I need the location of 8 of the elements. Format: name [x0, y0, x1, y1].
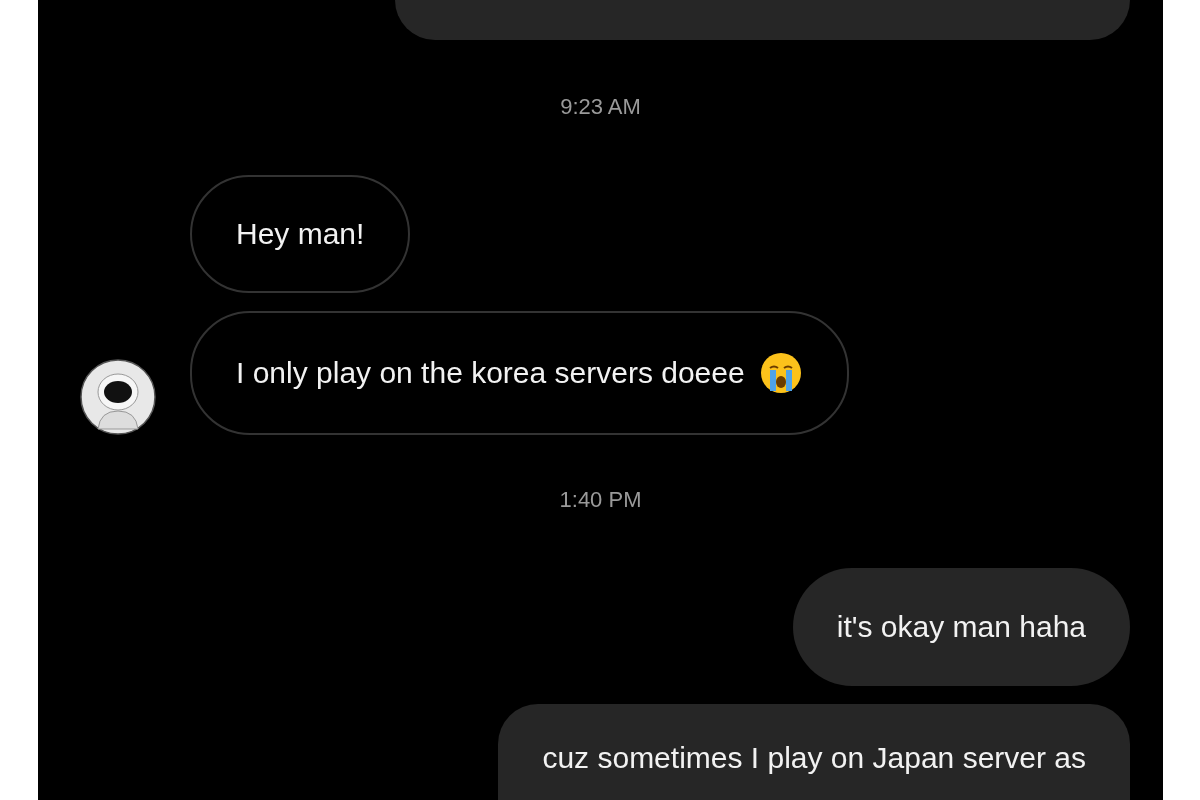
timestamp: 1:40 PM [558, 486, 643, 514]
timestamp: 9:23 AM [559, 93, 642, 121]
avatar-icon[interactable] [80, 359, 156, 435]
message-bubble: it's okay man haha [792, 568, 1130, 686]
crying-face-icon [758, 351, 803, 395]
message-bubble: Hey man! [190, 175, 411, 293]
message-bubble: cuz sometimes I play on Japan server as [498, 704, 1130, 800]
message-bubble: I only play on the korea servers doeee [190, 311, 849, 435]
